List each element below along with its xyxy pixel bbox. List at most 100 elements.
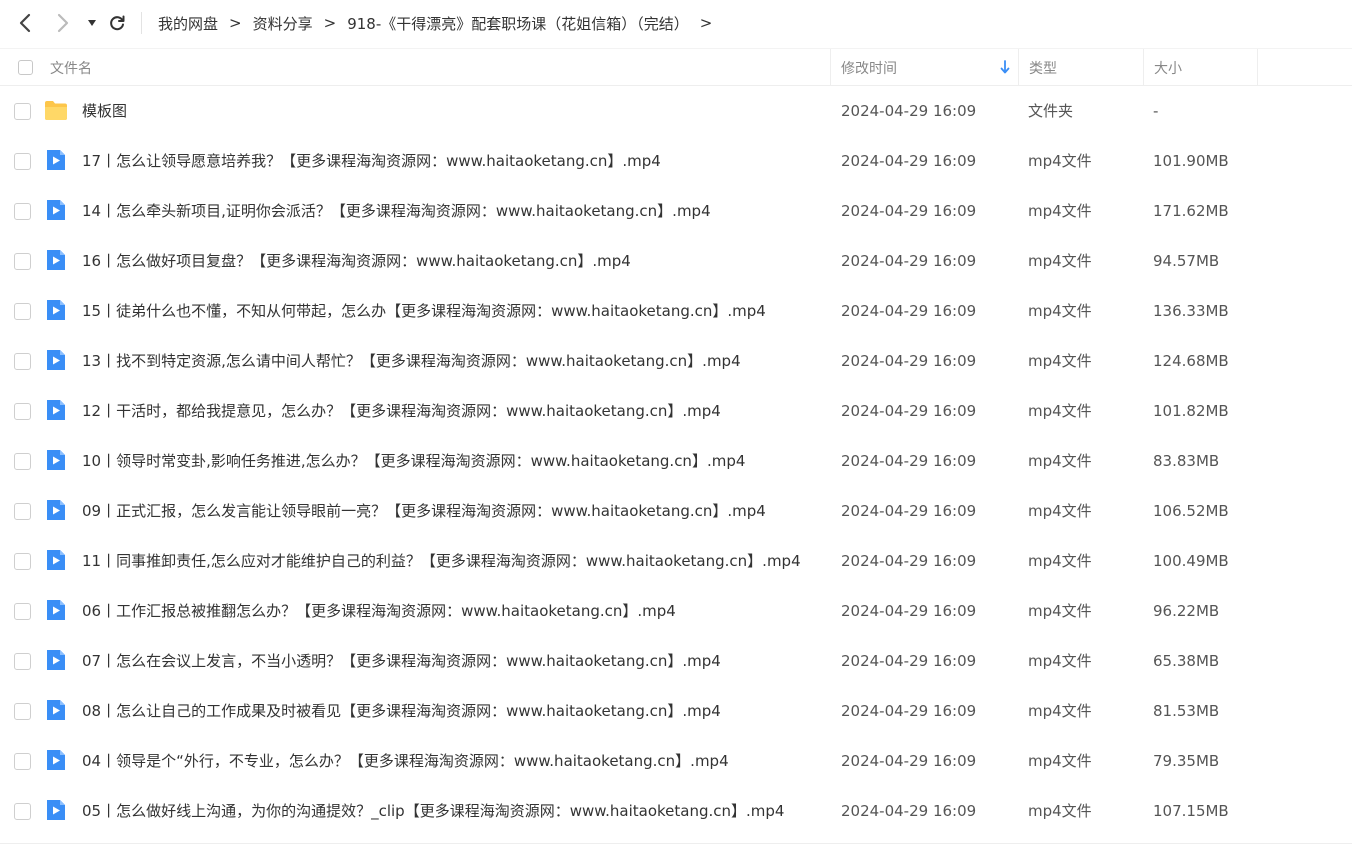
back-button[interactable] bbox=[14, 11, 36, 35]
file-name[interactable]: 13丨找不到特定资源,怎么请中间人帮忙？【更多课程海淘资源网：www.haita… bbox=[82, 336, 741, 386]
file-type: mp4文件 bbox=[1028, 352, 1092, 370]
file-row[interactable]: 05丨怎么做好线上沟通，为你的沟通提效？_clip【更多课程海淘资源网：www.… bbox=[0, 786, 1352, 836]
select-all-cell bbox=[18, 49, 38, 86]
column-header-modified[interactable]: 修改时间 bbox=[830, 49, 1018, 86]
file-row[interactable]: 15丨徒弟什么也不懂，不知从何带起，怎么办【更多课程海淘资源网：www.hait… bbox=[0, 286, 1352, 336]
column-header-spacer bbox=[1257, 49, 1352, 86]
video-file-icon bbox=[47, 350, 65, 370]
file-size: 81.53MB bbox=[1153, 702, 1220, 720]
column-header-name[interactable]: 文件名 bbox=[50, 49, 830, 86]
file-row[interactable]: 14丨怎么牵头新项目,证明你会派活？【更多课程海淘资源网：www.haitaok… bbox=[0, 186, 1352, 236]
row-checkbox[interactable] bbox=[14, 203, 31, 220]
row-checkbox[interactable] bbox=[14, 503, 31, 520]
file-row[interactable]: 07丨怎么在会议上发言，不当小透明？【更多课程海淘资源网：www.haitaok… bbox=[0, 636, 1352, 686]
video-file-icon bbox=[47, 800, 65, 820]
file-row[interactable]: 模板图 2024-04-29 16:09 文件夹 - bbox=[0, 86, 1352, 136]
file-row[interactable]: 16丨怎么做好项目复盘？【更多课程海淘资源网：www.haitaoketang.… bbox=[0, 236, 1352, 286]
file-type: mp4文件 bbox=[1028, 702, 1092, 720]
file-type: mp4文件 bbox=[1028, 552, 1092, 570]
file-row[interactable]: 11丨同事推卸责任,怎么应对才能维护自己的利益？【更多课程海淘资源网：www.h… bbox=[0, 536, 1352, 586]
row-checkbox[interactable] bbox=[14, 153, 31, 170]
file-type: mp4文件 bbox=[1028, 602, 1092, 620]
column-header-name-label: 文件名 bbox=[50, 60, 92, 77]
file-size: 124.68MB bbox=[1153, 352, 1229, 370]
row-checkbox[interactable] bbox=[14, 453, 31, 470]
file-name[interactable]: 14丨怎么牵头新项目,证明你会派活？【更多课程海淘资源网：www.haitaok… bbox=[82, 186, 711, 236]
file-modified-date: 2024-04-29 16:09 bbox=[841, 402, 977, 420]
file-name[interactable]: 模板图 bbox=[82, 86, 127, 136]
file-size: 100.49MB bbox=[1153, 552, 1229, 570]
file-type: mp4文件 bbox=[1028, 252, 1092, 270]
file-name[interactable]: 08丨怎么让自己的工作成果及时被看见【更多课程海淘资源网：www.haitaok… bbox=[82, 686, 721, 736]
file-name[interactable]: 16丨怎么做好项目复盘？【更多课程海淘资源网：www.haitaoketang.… bbox=[82, 236, 631, 286]
breadcrumb-item-shared[interactable]: 资料分享 bbox=[253, 13, 313, 34]
file-type: mp4文件 bbox=[1028, 152, 1092, 170]
file-type: mp4文件 bbox=[1028, 502, 1092, 520]
select-all-checkbox[interactable] bbox=[18, 60, 33, 75]
breadcrumb-item-my-drive[interactable]: 我的网盘 bbox=[158, 13, 218, 34]
file-modified-date: 2024-04-29 16:09 bbox=[841, 552, 977, 570]
row-checkbox[interactable] bbox=[14, 403, 31, 420]
history-dropdown-button[interactable] bbox=[84, 14, 100, 32]
file-row[interactable]: 09丨正式汇报，怎么发言能让领导眼前一亮？【更多课程海淘资源网：www.hait… bbox=[0, 486, 1352, 536]
chevron-left-icon bbox=[19, 13, 31, 33]
refresh-button[interactable] bbox=[106, 11, 128, 35]
file-modified-date: 2024-04-29 16:09 bbox=[841, 752, 977, 770]
video-file-icon bbox=[47, 750, 65, 770]
file-modified-date: 2024-04-29 16:09 bbox=[841, 302, 977, 320]
file-list: 模板图 2024-04-29 16:09 文件夹 - 17丨怎么让领导愿意培养我？【更多… bbox=[0, 86, 1352, 836]
row-checkbox[interactable] bbox=[14, 703, 31, 720]
forward-button[interactable] bbox=[52, 11, 74, 35]
file-modified-date: 2024-04-29 16:09 bbox=[841, 102, 977, 120]
file-size: 83.83MB bbox=[1153, 452, 1220, 470]
row-checkbox[interactable] bbox=[14, 653, 31, 670]
file-row[interactable]: 10丨领导时常变卦,影响任务推进,怎么办？【更多课程海淘资源网：www.hait… bbox=[0, 436, 1352, 486]
column-header-type[interactable]: 类型 bbox=[1018, 49, 1143, 86]
file-modified-date: 2024-04-29 16:09 bbox=[841, 702, 977, 720]
file-row[interactable]: 12丨干活时，都给我提意见，怎么办？【更多课程海淘资源网：www.haitaok… bbox=[0, 386, 1352, 436]
file-name[interactable]: 11丨同事推卸责任,怎么应对才能维护自己的利益？【更多课程海淘资源网：www.h… bbox=[82, 536, 801, 586]
file-type: mp4文件 bbox=[1028, 302, 1092, 320]
file-name[interactable]: 04丨领导是个“外行，不专业，怎么办？【更多课程海淘资源网：www.haitao… bbox=[82, 736, 729, 786]
file-name[interactable]: 17丨怎么让领导愿意培养我？【更多课程海淘资源网：www.haitaoketan… bbox=[82, 136, 661, 186]
list-bottom-divider bbox=[0, 843, 1352, 844]
column-header-type-label: 类型 bbox=[1029, 60, 1057, 77]
video-file-icon bbox=[47, 550, 65, 570]
file-size: 136.33MB bbox=[1153, 302, 1229, 320]
row-checkbox[interactable] bbox=[14, 303, 31, 320]
row-checkbox[interactable] bbox=[14, 753, 31, 770]
sort-descending-icon bbox=[1000, 60, 1010, 74]
file-type: mp4文件 bbox=[1028, 452, 1092, 470]
row-checkbox[interactable] bbox=[14, 603, 31, 620]
caret-down-icon bbox=[88, 20, 96, 26]
row-checkbox[interactable] bbox=[14, 353, 31, 370]
row-checkbox[interactable] bbox=[14, 553, 31, 570]
file-name[interactable]: 05丨怎么做好线上沟通，为你的沟通提效？_clip【更多课程海淘资源网：www.… bbox=[82, 786, 784, 836]
file-modified-date: 2024-04-29 16:09 bbox=[841, 652, 977, 670]
file-modified-date: 2024-04-29 16:09 bbox=[841, 502, 977, 520]
file-row[interactable]: 04丨领导是个“外行，不专业，怎么办？【更多课程海淘资源网：www.haitao… bbox=[0, 736, 1352, 786]
row-checkbox[interactable] bbox=[14, 253, 31, 270]
file-size: 107.15MB bbox=[1153, 802, 1229, 820]
file-name[interactable]: 06丨工作汇报总被推翻怎么办？【更多课程海淘资源网：www.haitaoketa… bbox=[82, 586, 676, 636]
breadcrumb-separator[interactable]: > bbox=[700, 14, 713, 32]
video-file-icon bbox=[47, 200, 65, 220]
video-file-icon bbox=[47, 300, 65, 320]
row-checkbox[interactable] bbox=[14, 803, 31, 820]
file-name[interactable]: 12丨干活时，都给我提意见，怎么办？【更多课程海淘资源网：www.haitaok… bbox=[82, 386, 721, 436]
file-name[interactable]: 15丨徒弟什么也不懂，不知从何带起，怎么办【更多课程海淘资源网：www.hait… bbox=[82, 286, 766, 336]
column-header-modified-label: 修改时间 bbox=[841, 60, 897, 77]
breadcrumb-item-current-folder[interactable]: 918-《干得漂亮》配套职场课（花姐信箱）（完结） bbox=[347, 13, 689, 34]
video-file-icon bbox=[47, 700, 65, 720]
file-name[interactable]: 07丨怎么在会议上发言，不当小透明？【更多课程海淘资源网：www.haitaok… bbox=[82, 636, 721, 686]
file-row[interactable]: 13丨找不到特定资源,怎么请中间人帮忙？【更多课程海淘资源网：www.haita… bbox=[0, 336, 1352, 386]
file-row[interactable]: 08丨怎么让自己的工作成果及时被看见【更多课程海淘资源网：www.haitaok… bbox=[0, 686, 1352, 736]
file-row[interactable]: 17丨怎么让领导愿意培养我？【更多课程海淘资源网：www.haitaoketan… bbox=[0, 136, 1352, 186]
breadcrumb-separator: > bbox=[323, 14, 337, 32]
file-name[interactable]: 09丨正式汇报，怎么发言能让领导眼前一亮？【更多课程海淘资源网：www.hait… bbox=[82, 486, 766, 536]
column-header-size[interactable]: 大小 bbox=[1143, 49, 1257, 86]
video-file-icon bbox=[47, 400, 65, 420]
row-checkbox[interactable] bbox=[14, 103, 31, 120]
file-row[interactable]: 06丨工作汇报总被推翻怎么办？【更多课程海淘资源网：www.haitaoketa… bbox=[0, 586, 1352, 636]
file-name[interactable]: 10丨领导时常变卦,影响任务推进,怎么办？【更多课程海淘资源网：www.hait… bbox=[82, 436, 745, 486]
